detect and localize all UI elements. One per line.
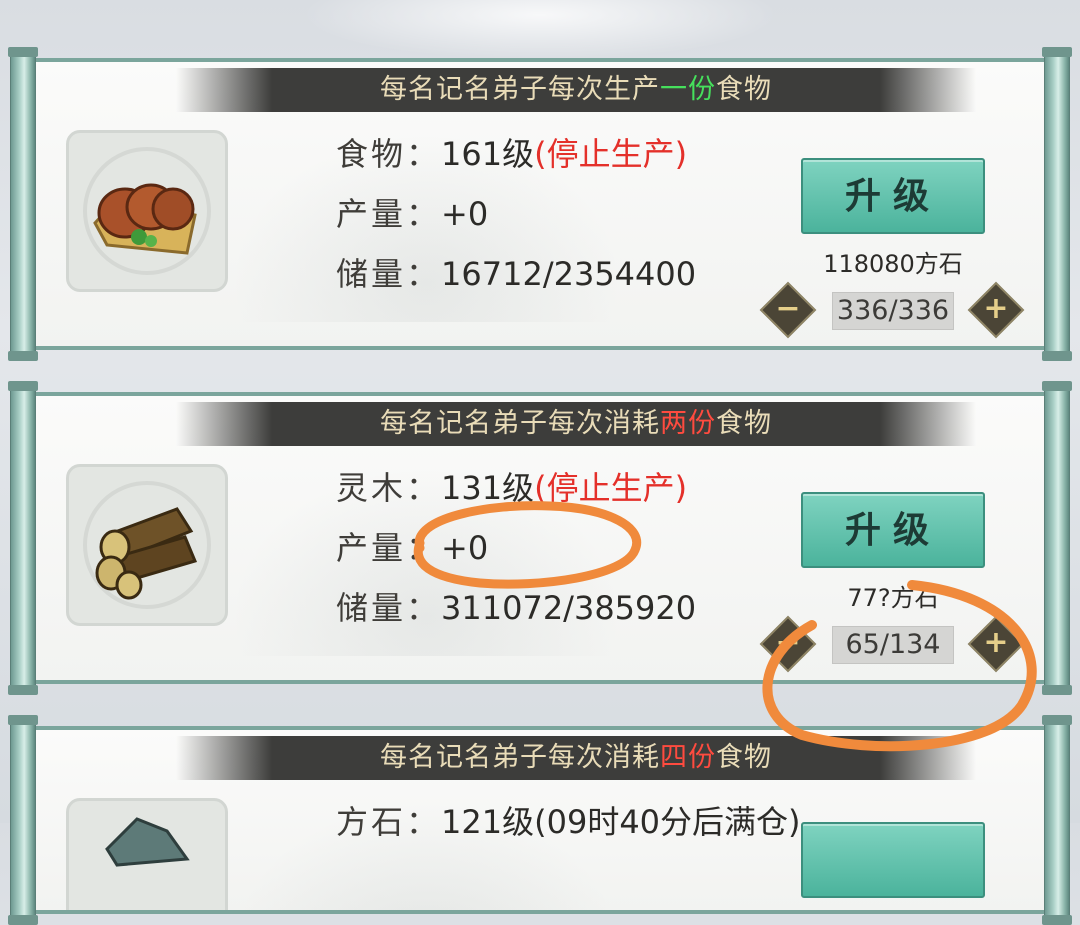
banner-suffix: 食物 bbox=[716, 408, 772, 439]
output-row: 产量：+0 bbox=[336, 518, 696, 578]
resource-name-label: 方石： bbox=[336, 803, 442, 841]
resource-name-label: 食物： bbox=[336, 135, 442, 173]
banner-text: 每名记名弟子每次消耗 bbox=[380, 742, 660, 773]
scroll-rod-left bbox=[8, 715, 38, 925]
production-status: (09时40分后满仓) bbox=[534, 803, 801, 841]
stone-icon bbox=[66, 798, 228, 910]
background-cloud bbox=[300, 0, 780, 60]
level-row: 灵木：131级(停止生产) bbox=[336, 458, 696, 518]
output-value: +0 bbox=[441, 195, 489, 233]
production-banner: 每名记名弟子每次消耗两份食物 bbox=[176, 402, 976, 446]
decrease-button[interactable]: − bbox=[759, 615, 817, 673]
resource-name-label: 灵木： bbox=[336, 469, 442, 507]
upgrade-button[interactable] bbox=[801, 822, 985, 898]
banner-highlight: 一份 bbox=[660, 74, 716, 105]
minus-icon: − bbox=[775, 625, 801, 660]
level-row: 食物：161级(停止生产) bbox=[336, 124, 696, 184]
scroll-rod-left bbox=[8, 47, 38, 361]
storage-value: 16712/2354400 bbox=[441, 255, 697, 293]
increase-button[interactable]: + bbox=[967, 615, 1025, 673]
storage-label: 储量： bbox=[336, 255, 442, 293]
output-label: 产量： bbox=[336, 529, 442, 567]
output-row: 产量：+0 bbox=[336, 184, 696, 244]
increase-button[interactable]: + bbox=[967, 281, 1025, 339]
output-value: +0 bbox=[441, 529, 489, 567]
upgrade-button[interactable]: 升级 bbox=[801, 158, 985, 234]
wood-logs-icon bbox=[66, 464, 228, 626]
wood-production-card: 每名记名弟子每次消耗两份食物 灵木：131级(停止生产) 产量：+0 储量：31… bbox=[0, 381, 1080, 695]
plus-icon: + bbox=[983, 291, 1009, 326]
scroll-rod-right bbox=[1042, 381, 1072, 695]
production-banner: 每名记名弟子每次生产一份食物 bbox=[176, 68, 976, 112]
minus-icon: − bbox=[775, 291, 801, 326]
scroll-rod-left bbox=[8, 381, 38, 695]
banner-highlight: 两份 bbox=[660, 408, 716, 439]
worker-counter: 65/134 bbox=[832, 626, 954, 664]
storage-label: 储量： bbox=[336, 589, 442, 627]
worker-counter: 336/336 bbox=[832, 292, 954, 330]
banner-text: 每名记名弟子每次生产 bbox=[380, 74, 660, 105]
scroll-paper: 每名记名弟子每次消耗两份食物 灵木：131级(停止生产) 产量：+0 储量：31… bbox=[36, 392, 1044, 684]
resource-level: 131级 bbox=[441, 469, 535, 507]
resource-level: 161级 bbox=[441, 135, 535, 173]
upgrade-cost: 77?方石 bbox=[847, 584, 939, 612]
production-status: (停止生产) bbox=[534, 135, 688, 173]
scroll-paper: 每名记名弟子每次生产一份食物 食物：161级(停止生产) 产量：+0 储量：16… bbox=[36, 58, 1044, 350]
upgrade-button[interactable]: 升级 bbox=[801, 492, 985, 568]
banner-suffix: 食物 bbox=[716, 74, 772, 105]
upgrade-cost: 118080方石 bbox=[823, 250, 963, 278]
resource-info: 方石：121级(09时40分后满仓) bbox=[336, 792, 801, 852]
level-row: 方石：121级(09时40分后满仓) bbox=[336, 792, 801, 852]
storage-row: 储量：311072/385920 bbox=[336, 578, 696, 638]
food-production-card: 每名记名弟子每次生产一份食物 食物：161级(停止生产) 产量：+0 储量：16… bbox=[0, 47, 1080, 361]
stone-production-card: 每名记名弟子每次消耗四份食物 方石：121级(09时40分后满仓) bbox=[0, 715, 1080, 925]
storage-row: 储量：16712/2354400 bbox=[336, 244, 696, 304]
decrease-button[interactable]: − bbox=[759, 281, 817, 339]
storage-value: 311072/385920 bbox=[441, 589, 697, 627]
output-label: 产量： bbox=[336, 195, 442, 233]
resource-info: 食物：161级(停止生产) 产量：+0 储量：16712/2354400 bbox=[336, 124, 696, 304]
resource-info: 灵木：131级(停止生产) 产量：+0 储量：311072/385920 bbox=[336, 458, 696, 638]
plus-icon: + bbox=[983, 625, 1009, 660]
roast-meat-icon bbox=[66, 130, 228, 292]
production-banner: 每名记名弟子每次消耗四份食物 bbox=[176, 736, 976, 780]
banner-text: 每名记名弟子每次消耗 bbox=[380, 408, 660, 439]
scroll-rod-right bbox=[1042, 715, 1072, 925]
scroll-rod-right bbox=[1042, 47, 1072, 361]
resource-level: 121级 bbox=[441, 803, 535, 841]
banner-highlight: 四份 bbox=[660, 742, 716, 773]
banner-suffix: 食物 bbox=[716, 742, 772, 773]
scroll-paper: 每名记名弟子每次消耗四份食物 方石：121级(09时40分后满仓) bbox=[36, 726, 1044, 914]
production-status: (停止生产) bbox=[534, 469, 688, 507]
